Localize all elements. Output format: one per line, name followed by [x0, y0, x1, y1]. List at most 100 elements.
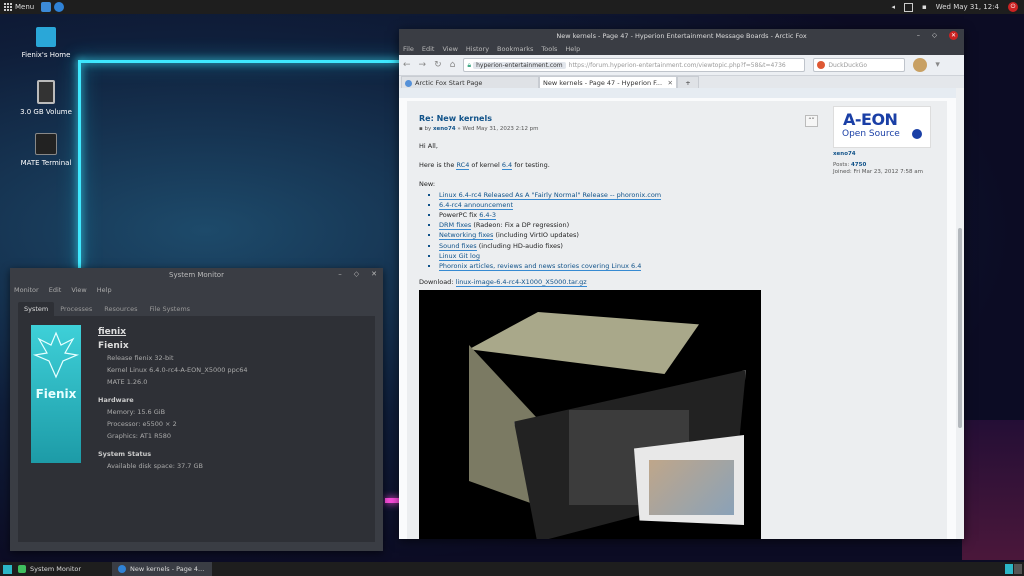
top-panel: Menu ◂ ▪ Wed May 31, 12:4 ⏻ [0, 0, 1024, 14]
user-info: xeno74 Posts: 4750 Joined: Fri Mar 23, 2… [833, 151, 923, 176]
disk-space-text: Available disk space: 37.7 GB [107, 462, 203, 470]
system-monitor-window: System Monitor – ◇ ✕ Monitor Edit View H… [10, 268, 383, 551]
close-icon[interactable]: ✕ [949, 31, 958, 40]
meta-prefix: by [424, 126, 432, 132]
sd-card-icon [37, 80, 55, 104]
menu-history[interactable]: History [466, 45, 489, 53]
reload-icon[interactable]: ↻ [434, 60, 442, 70]
search-input[interactable]: DuckDuckGo [813, 58, 906, 72]
home-icon[interactable]: ⌂ [450, 60, 456, 70]
scrollbar-thumb[interactable] [958, 228, 962, 428]
url-text: https://forum.hyperion-entertainment.com… [568, 61, 786, 69]
browser-launcher-icon[interactable] [54, 2, 65, 12]
list-item: Networking fixes (including VirtIO updat… [439, 230, 661, 241]
tab-resources[interactable]: Resources [98, 302, 143, 316]
menu-button[interactable]: Menu [0, 3, 38, 11]
item-link[interactable]: Sound fixes [439, 241, 477, 251]
posts-count[interactable]: 4750 [851, 162, 866, 168]
posts-label: Posts: [833, 162, 851, 168]
extension-icon[interactable] [913, 58, 928, 72]
menu-view[interactable]: View [71, 286, 86, 294]
cube-face [469, 312, 699, 374]
item-link[interactable]: Linux Git log [439, 251, 480, 261]
minimize-icon[interactable]: – [917, 31, 920, 40]
post-title[interactable]: Re: New kernels [419, 114, 492, 123]
tab-system[interactable]: System [18, 302, 55, 316]
app-grid-icon [4, 3, 12, 11]
cube-window [634, 435, 744, 525]
menu-view[interactable]: View [442, 45, 457, 53]
rc4-link[interactable]: RC4 [456, 161, 470, 171]
item-link[interactable]: 6.4-3 [479, 211, 497, 221]
forward-icon[interactable]: → [419, 60, 427, 70]
item-link[interactable]: Phoronix articles, reviews and news stor… [439, 262, 642, 272]
desktop-icon-label: MATE Terminal [20, 159, 72, 167]
bottom-panel: System Monitor New kernels - Page 4... [0, 562, 1024, 576]
maximize-icon[interactable]: ◇ [354, 270, 359, 278]
workspace-1[interactable] [1005, 564, 1013, 574]
desktop-icon-terminal[interactable]: MATE Terminal [14, 133, 78, 167]
url-bar[interactable]: 🔒︎ hyperion-entertainment.com https://fo… [463, 58, 806, 72]
download-line: Download: linux-image-6.4-rc4-X1000_X500… [419, 277, 661, 288]
scrollbar[interactable] [956, 88, 964, 539]
item-link[interactable]: DRM fixes [439, 221, 472, 231]
menu-tools[interactable]: Tools [541, 45, 557, 53]
menu-help[interactable]: Help [97, 286, 112, 294]
memory-text: Memory: 15.6 GiB [107, 408, 166, 416]
kernel-text: Kernel Linux 6.4.0-rc4-A-EON_X5000 ppc64 [107, 366, 248, 374]
menu-label: Menu [15, 3, 35, 11]
show-desktop-icon[interactable] [3, 564, 12, 574]
post-icon: ▪ [419, 126, 423, 132]
task-label: New kernels - Page 4... [130, 565, 205, 573]
list-item: Sound fixes (including HD-audio fixes) [439, 241, 661, 251]
window-titlebar[interactable]: System Monitor – ◇ ✕ [10, 268, 383, 282]
volume-icon[interactable]: ◂ [891, 3, 895, 11]
navigation-toolbar: ← → ↻ ⌂ 🔒︎ hyperion-entertainment.com ht… [399, 55, 964, 76]
window-title: System Monitor [169, 271, 224, 279]
item-link[interactable]: 6.4-rc4 announcement [439, 200, 513, 210]
version-link[interactable]: 6.4 [501, 161, 513, 171]
file-manager-icon[interactable] [41, 2, 52, 12]
minimize-icon[interactable]: – [338, 270, 342, 278]
back-icon[interactable]: ← [403, 60, 411, 70]
duckduckgo-icon [817, 61, 826, 69]
menu-help[interactable]: Help [565, 45, 580, 53]
menu-bookmarks[interactable]: Bookmarks [497, 45, 533, 53]
clock[interactable]: Wed May 31, 12:4 [936, 3, 999, 11]
item-link[interactable]: Networking fixes [439, 231, 494, 241]
maximize-icon[interactable]: ◇ [932, 31, 937, 40]
user-avatar[interactable]: A-EON Open Source [833, 106, 931, 148]
favicon-icon [405, 79, 412, 87]
display-icon[interactable] [903, 2, 913, 12]
item-text: PowerPC fix [439, 211, 480, 220]
desktop-icon-volume[interactable]: 3.0 GB Volume [14, 80, 78, 116]
item-link[interactable]: Linux 6.4-rc4 Released As A "Fairly Norm… [439, 190, 662, 200]
download-link[interactable]: linux-image-6.4-rc4-X1000_X5000.tar.gz [455, 278, 587, 288]
tab-processes[interactable]: Processes [54, 302, 98, 316]
menu-edit[interactable]: Edit [49, 286, 62, 294]
intro-text: Here is the [419, 161, 457, 170]
release-text: Release fienix 32-bit [107, 354, 174, 362]
author-link[interactable]: xeno74 [433, 126, 456, 132]
taskbar-system-monitor[interactable]: System Monitor [12, 562, 112, 576]
close-icon[interactable]: ✕ [371, 270, 377, 278]
overflow-menu-icon[interactable]: ▾ [935, 60, 940, 70]
workspace-2[interactable] [1014, 564, 1022, 574]
close-tab-icon[interactable]: ✕ [668, 79, 673, 87]
window-titlebar[interactable]: New kernels - Page 47 - Hyperion Enterta… [399, 29, 964, 43]
intro-text: of kernel [469, 161, 502, 170]
taskbar-browser[interactable]: New kernels - Page 4... [112, 562, 212, 576]
desktop-icon-home[interactable]: Fienix's Home [14, 27, 78, 59]
tab-file-systems[interactable]: File Systems [144, 302, 197, 316]
menu-monitor[interactable]: Monitor [14, 286, 39, 294]
intro-text: for testing. [512, 161, 550, 170]
notification-icon[interactable]: ▪ [922, 3, 927, 11]
menu-file[interactable]: File [403, 45, 414, 53]
menu-edit[interactable]: Edit [422, 45, 435, 53]
username-link[interactable]: xeno74 [833, 151, 856, 157]
neon-decoration [78, 60, 81, 270]
item-text: (including VirtIO updates) [493, 231, 579, 240]
quote-button[interactable]: “” [805, 115, 818, 127]
power-icon[interactable]: ⏻ [1008, 2, 1018, 12]
desktop-icon-label: Fienix's Home [21, 51, 71, 59]
